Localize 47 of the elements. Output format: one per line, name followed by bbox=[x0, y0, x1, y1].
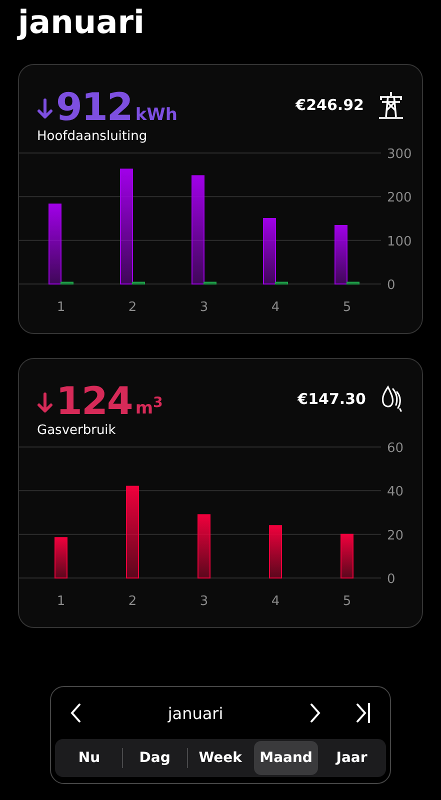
bar bbox=[198, 514, 210, 578]
bar bbox=[340, 534, 354, 578]
axis-tick-label: 5 bbox=[342, 300, 352, 315]
axis-tick-label: 0 bbox=[387, 278, 396, 293]
chevron-left-icon bbox=[69, 702, 83, 724]
axis-tick-label: 0 bbox=[387, 572, 396, 587]
period-tab[interactable]: Dag bbox=[122, 741, 188, 775]
cost-value: €246.92 bbox=[296, 96, 364, 114]
period-tab[interactable]: Nu bbox=[57, 741, 122, 775]
next-button[interactable] bbox=[308, 702, 322, 724]
axis-tick-label: 100 bbox=[387, 234, 412, 250]
period-tab[interactable]: Week bbox=[188, 741, 253, 775]
axis-tick-label: 1 bbox=[56, 300, 66, 315]
axis-tick-label: 300 bbox=[387, 147, 412, 162]
axis-tick-label: 2 bbox=[128, 300, 137, 315]
meter-label: Gasverbruik bbox=[37, 423, 117, 438]
chevron-right-icon bbox=[308, 702, 322, 724]
flame-icon bbox=[380, 385, 404, 413]
period-tab[interactable]: Jaar bbox=[319, 741, 384, 775]
axis-tick-label: 40 bbox=[387, 484, 404, 500]
down-arrow-icon bbox=[37, 98, 53, 120]
period-label: januari bbox=[166, 704, 224, 722]
cost-value: €147.30 bbox=[298, 390, 366, 408]
skip-to-end-icon bbox=[354, 702, 372, 724]
power-pylon-icon bbox=[378, 91, 404, 119]
axis-tick-label: 4 bbox=[271, 594, 280, 609]
page-title: januari bbox=[18, 2, 146, 42]
axis-tick-label: 3 bbox=[200, 594, 208, 609]
usage-value: 912 bbox=[56, 87, 132, 127]
period-tab[interactable]: Maand bbox=[254, 741, 318, 775]
meter-label: Hoofdaansluiting bbox=[37, 129, 148, 144]
axis-tick-label: 3 bbox=[200, 300, 208, 315]
axis-tick-label: 200 bbox=[387, 190, 412, 206]
axis-tick-label: 20 bbox=[387, 528, 404, 544]
axis-tick-label: 4 bbox=[271, 300, 280, 315]
last-button[interactable] bbox=[354, 702, 372, 724]
axis-tick-label: 5 bbox=[342, 594, 352, 609]
bar bbox=[54, 537, 68, 578]
axis-tick-label: 2 bbox=[128, 594, 137, 609]
usage-unit: m$^{3}$ bbox=[135, 395, 163, 419]
previous-button[interactable] bbox=[69, 702, 83, 724]
bar bbox=[269, 525, 282, 578]
axis-tick-label: 1 bbox=[56, 594, 66, 609]
axis-tick-label: 60 bbox=[387, 441, 404, 456]
down-arrow-icon bbox=[37, 392, 53, 414]
usage-unit: kWh bbox=[135, 105, 178, 125]
usage-value: 124 bbox=[56, 381, 132, 421]
